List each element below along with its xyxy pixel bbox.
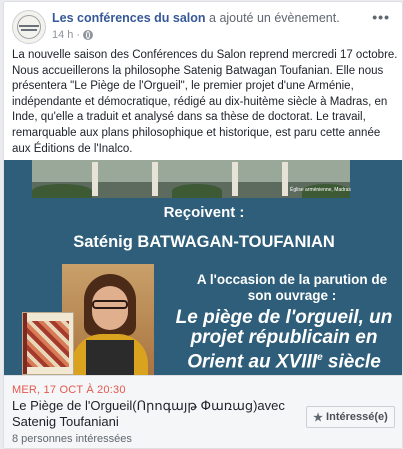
- book-cover-art: [27, 321, 69, 367]
- portrait-glasses: [92, 300, 128, 309]
- post-body-text: La nouvelle saison des Conférences du Sa…: [12, 49, 398, 155]
- book-title-end: siècle: [322, 351, 381, 373]
- photo-column: [92, 162, 98, 196]
- avatar-logo-line: [21, 29, 37, 31]
- book-cover-image: [22, 312, 74, 375]
- portrait-clothing: [86, 340, 134, 375]
- banner-recoivent: Reçoivent :: [163, 204, 245, 221]
- photo-column: [152, 162, 158, 196]
- post-meta: 14 h ·: [52, 29, 94, 41]
- page-name-link[interactable]: Les conférences du salon: [52, 11, 206, 25]
- post-timestamp[interactable]: 14 h: [52, 29, 73, 41]
- post-header: Les conférences du salon a ajouté un évè…: [10, 9, 396, 45]
- photo-caption: Église arménienne, Madras: [290, 187, 351, 193]
- banner-occasion: A l'occasion de la parution de son ouvra…: [196, 272, 388, 303]
- more-options-icon[interactable]: •••: [372, 9, 390, 25]
- post-action-text: a ajouté un évènement.: [209, 11, 340, 25]
- photo-column: [282, 162, 288, 196]
- banner-guest-name: Saténig BATWAGAN-TOUFANIAN: [73, 233, 335, 251]
- avatar-logo-line: [19, 25, 39, 27]
- event-post-card: Les conférences du salon a ajouté un évè…: [3, 1, 403, 449]
- photo-bush: [32, 184, 92, 198]
- post-title-line: Les conférences du salon a ajouté un évè…: [52, 11, 340, 25]
- event-date: MER, 17 OCT À 20:30: [12, 384, 126, 396]
- star-icon: ★: [313, 411, 324, 424]
- photo-sky: [32, 160, 350, 182]
- page-avatar[interactable]: [12, 10, 46, 44]
- meta-separator: ·: [76, 29, 81, 41]
- event-title-link[interactable]: Le Piège de l'Orgueil(Որոգայթ Փառաց)avec…: [12, 398, 302, 430]
- banner-book-title: Le piège de l'orgueil, un projet républi…: [164, 307, 402, 373]
- globe-icon[interactable]: [83, 30, 94, 40]
- interested-button-label: Intéressé(e): [326, 411, 388, 423]
- event-cover-image[interactable]: Église arménienne, Madras Reçoivent : Sa…: [4, 160, 402, 375]
- photo-column: [232, 162, 238, 196]
- event-interested-count[interactable]: 8 personnes intéressées: [12, 433, 132, 445]
- event-info-bar[interactable]: MER, 17 OCT À 20:30 Le Piège de l'Orguei…: [4, 375, 402, 448]
- photo-bush: [172, 184, 222, 198]
- avatar-logo-ring: [17, 15, 41, 39]
- author-portrait: [62, 264, 154, 375]
- interested-button[interactable]: ★ Intéressé(e): [306, 406, 395, 428]
